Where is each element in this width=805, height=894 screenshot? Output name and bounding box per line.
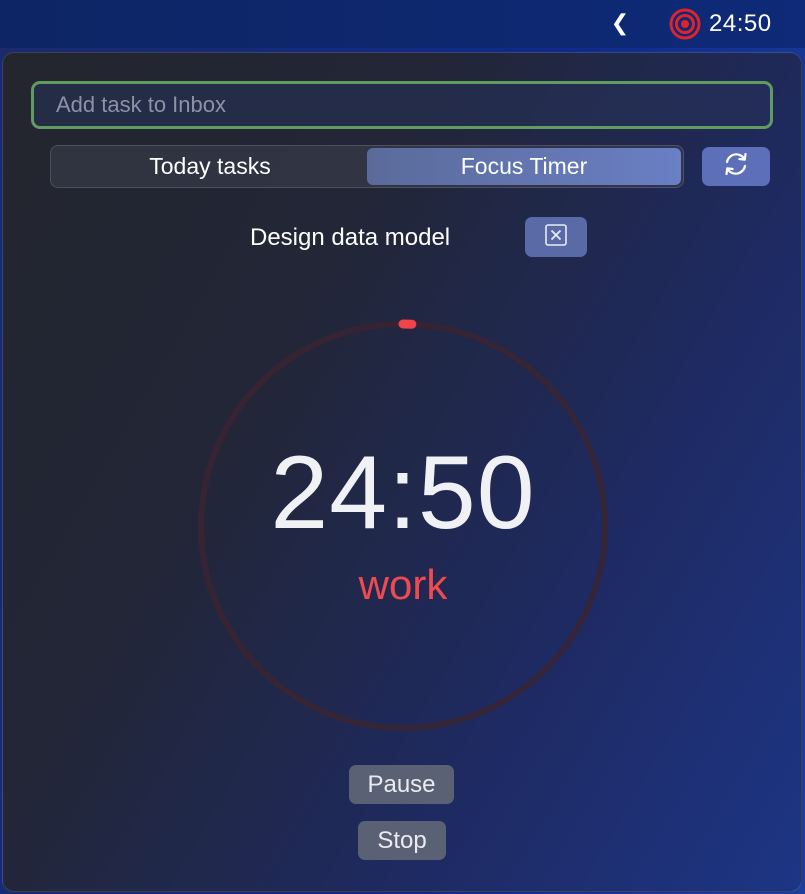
menu-bar: ❮ 24:50 (0, 0, 805, 48)
timer-countdown: 24:50 (270, 435, 536, 551)
timer-popover: Today tasks Focus Timer Design data mode… (2, 52, 802, 892)
view-switcher: Today tasks Focus Timer (50, 145, 684, 188)
timer-mode-label: work (358, 561, 448, 608)
chevron-left-icon[interactable]: ❮ (608, 9, 632, 39)
refresh-button[interactable] (702, 147, 770, 186)
stop-button[interactable]: Stop (358, 821, 446, 860)
close-box-icon (544, 223, 568, 252)
tab-today-tasks[interactable]: Today tasks (53, 148, 367, 185)
target-icon[interactable] (669, 8, 701, 40)
tab-focus-timer[interactable]: Focus Timer (367, 148, 681, 185)
tray-timer-text[interactable]: 24:50 (709, 8, 772, 40)
clear-task-button[interactable] (525, 217, 587, 257)
current-task-name: Design data model (250, 224, 451, 251)
pause-button[interactable]: Pause (349, 765, 454, 804)
add-task-input[interactable] (31, 81, 773, 129)
refresh-icon (721, 149, 751, 184)
